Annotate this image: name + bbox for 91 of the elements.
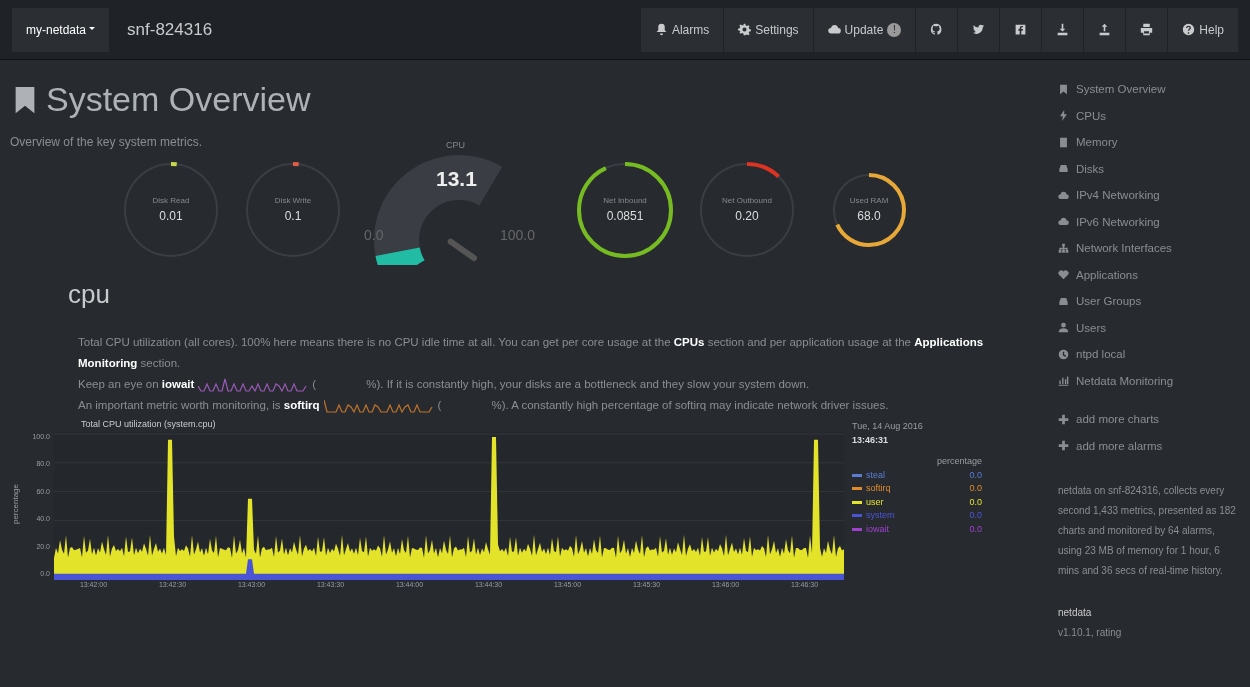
gauge-value: 13.1 (436, 166, 477, 192)
help-icon (1182, 23, 1196, 36)
legend-value: 0.0 (969, 468, 982, 482)
clock-icon (1058, 348, 1069, 360)
legend-value: 0.0 (969, 522, 982, 536)
bell-icon (654, 23, 668, 36)
update-button[interactable]: Update ! (812, 7, 916, 52)
legend-label: iowait (866, 522, 890, 536)
printer-icon (1140, 23, 1154, 36)
paragraph-text: An important metric worth monitoring, is softirq (78, 399, 320, 411)
cloud-icon (827, 23, 841, 36)
gauge-value: 0.0851 (606, 208, 644, 225)
sidebar-item[interactable]: CPUs (1058, 102, 1240, 129)
sidebar-item[interactable]: IPv4 Networking (1058, 182, 1240, 209)
lightning-icon (1058, 110, 1069, 122)
legend-time: 13:46:31 (852, 433, 890, 447)
bar-chart-icon (1058, 375, 1069, 387)
gauge-title: Net Outbound (722, 195, 772, 207)
legend-value: 0.0 (969, 495, 982, 509)
sidebar-item[interactable]: ntpd local (1058, 341, 1240, 368)
gauge-title: CPU (446, 139, 465, 152)
twitter-icon (972, 23, 986, 36)
gauge-title: Disk Read (152, 195, 190, 207)
bookmark-icon (1058, 83, 1069, 95)
version-title: netdata (1058, 606, 1093, 620)
help-button[interactable]: Help (1167, 7, 1238, 52)
legend-units: percentage (935, 455, 982, 468)
sidebar-item[interactable]: Disks (1058, 155, 1240, 182)
gauge-max: 100.0 (500, 226, 536, 245)
gauge-title: Disk Write (274, 195, 312, 207)
hostname: snf-824316 (127, 18, 214, 41)
legend-label: steal (866, 468, 886, 482)
section-title: cpu (68, 278, 111, 311)
legend-value: 0.0 (969, 509, 982, 522)
paragraph-text: %). If it is constantly high, your disks are a bottleneck and they slow your system down. (366, 378, 810, 390)
axis-label: percentage (10, 484, 21, 524)
gauge-title: Net Inbound (603, 195, 647, 207)
legend-value: 0.0 (969, 482, 982, 495)
gauge-min: 0.0 (364, 226, 384, 245)
legend-date: Tue, 14 Aug 2016 (852, 420, 924, 433)
gauge-title: Used RAM (849, 195, 889, 207)
github-icon (930, 23, 944, 36)
page-title: System Overview (46, 79, 311, 120)
gauge-value: 0.1 (284, 208, 302, 225)
settings-icon (738, 23, 752, 36)
plus-icon (1058, 440, 1069, 452)
sidebar-link[interactable]: add more alarms (1058, 432, 1240, 459)
paragraph-text: ( (312, 378, 317, 390)
sidebar-item[interactable]: Network Interfaces (1058, 235, 1240, 262)
legend-label: softirq (866, 482, 892, 495)
version-text: v1.10.1, rating (1058, 626, 1123, 640)
user-icon (1058, 322, 1069, 334)
github-button[interactable] (915, 7, 958, 52)
paragraph-text: ( (437, 399, 442, 411)
sidebar-item[interactable]: System Overview (1058, 76, 1240, 103)
legend-label: system (866, 509, 896, 522)
alarms-button[interactable]: Alarms (639, 7, 724, 52)
chart-title: Total CPU utilization (system.cpu) (81, 418, 217, 431)
sidebar-item[interactable]: User Groups (1058, 288, 1240, 315)
memory-icon (1058, 136, 1069, 148)
gauge-value: 0.20 (735, 208, 759, 225)
sidebar-item[interactable]: Applications (1058, 261, 1240, 288)
cloud-icon (1058, 216, 1069, 228)
cloud-icon (1058, 189, 1069, 201)
facebook-button[interactable] (999, 7, 1042, 52)
plus-icon (1058, 413, 1069, 425)
gauge-value: 68.0 (857, 208, 881, 225)
gauge-value: 0.01 (159, 208, 183, 225)
printer-button[interactable] (1125, 7, 1168, 52)
heart-icon (1058, 269, 1069, 281)
sidebar-item[interactable]: Netdata Monitoring (1058, 367, 1240, 394)
twitter-button[interactable] (957, 7, 1000, 52)
brand-menu[interactable]: my-netdata (12, 7, 110, 52)
sidebar-link[interactable]: add more charts (1058, 406, 1240, 433)
info-text: netdata on snf-824316, collects every second 1,433 metrics, presented as 182 charts and monitored by 64 alarms, using 23 MB of memory for 1 hour, 6 mins and 36 secs of real-time history. (1058, 484, 1237, 578)
network-icon (1058, 242, 1069, 254)
settings-button[interactable]: Settings (723, 7, 813, 52)
update-badge: ! (887, 22, 902, 37)
sidebar-item[interactable]: Memory (1058, 129, 1240, 156)
sidebar-item[interactable]: IPv6 Networking (1058, 208, 1240, 235)
drive-icon (1058, 295, 1069, 307)
download-icon (1056, 23, 1070, 36)
page-subtitle: Overview of the key system metrics. (10, 134, 203, 151)
paragraph-text: %). A constantly high percentage of softirq may indicate network driver issues. (491, 399, 889, 411)
sidebar-item[interactable]: Users (1058, 314, 1240, 341)
paragraph-text: Total CPU utilization (all cores). 100% here means there is no CPU idle time at all. You can get per core usage at the CPUs section and per application usage at the Applications Monitoring section. (78, 336, 984, 369)
paragraph-text: Keep an eye on iowait (78, 378, 195, 390)
legend-label: user (866, 495, 885, 509)
drive-icon (1058, 163, 1069, 175)
upload-icon (1098, 23, 1112, 36)
facebook-icon (1014, 23, 1028, 36)
